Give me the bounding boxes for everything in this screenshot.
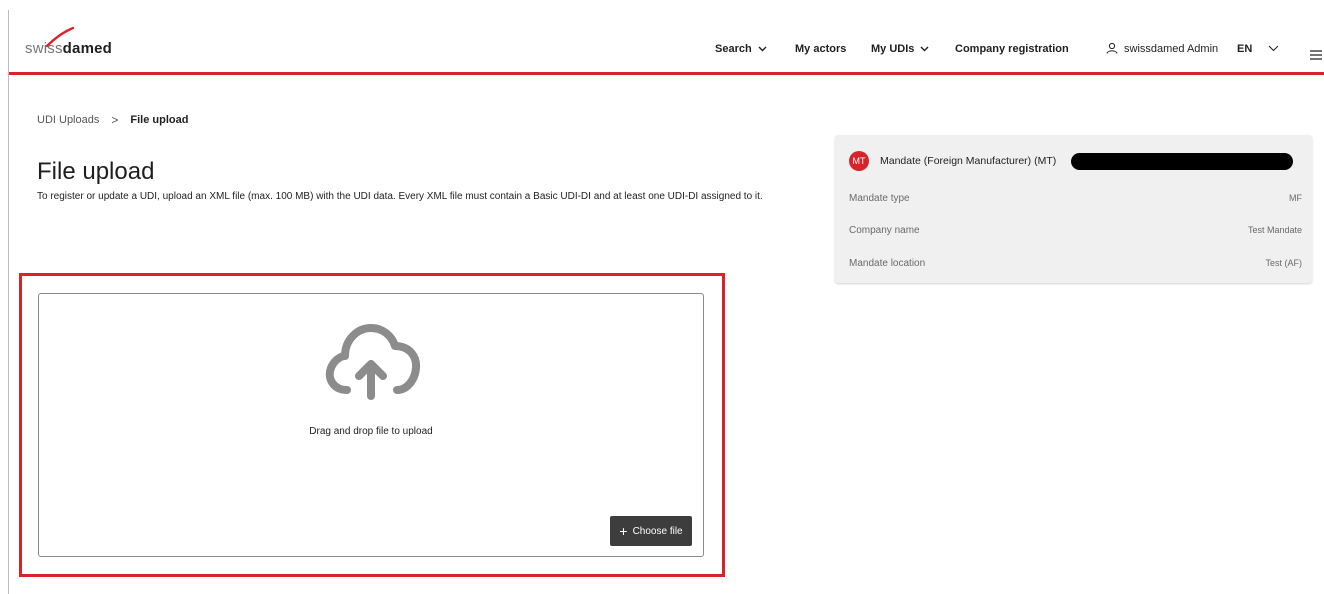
mandate-row-label: Company name: [849, 225, 920, 236]
choose-file-label: Choose file: [632, 525, 683, 537]
chevron-down-icon: [1268, 43, 1279, 55]
nav-my-udis-menu[interactable]: My UDIs: [871, 34, 929, 64]
redacted-field: [1071, 153, 1293, 170]
logo-text: swissdamed: [25, 40, 112, 57]
cloud-upload-icon: [321, 320, 421, 405]
nav-search-menu[interactable]: Search: [715, 34, 767, 64]
user-name: swissdamed Admin: [1124, 43, 1219, 55]
mandate-row-label: Mandate location: [849, 258, 926, 269]
page-description: To register or update a UDI, upload an X…: [37, 191, 763, 202]
chevron-down-icon: [920, 43, 929, 55]
plus-icon: +: [619, 523, 628, 539]
language-value: EN: [1237, 43, 1253, 55]
window-left-border: [8, 10, 9, 594]
logo-text-light: swiss: [25, 40, 63, 57]
breadcrumb: UDI Uploads > File upload: [37, 113, 188, 127]
header-accent-line: [9, 72, 1324, 75]
hamburger-menu-icon[interactable]: [1310, 40, 1322, 70]
file-dropzone[interactable]: Drag and drop file to upload + Choose fi…: [38, 293, 704, 557]
choose-file-button[interactable]: + Choose file: [610, 516, 692, 546]
mandate-row-label: Mandate type: [849, 193, 910, 204]
mandate-card: MT Mandate (Foreign Manufacturer) (MT) M…: [835, 135, 1312, 283]
logo-text-bold: damed: [62, 40, 113, 57]
nav-my-actors[interactable]: My actors: [795, 34, 846, 64]
nav-company-label: Company registration: [955, 43, 1069, 55]
mandate-row: Mandate location Test (AF): [849, 258, 1302, 269]
chevron-down-icon: [758, 43, 767, 55]
nav-search-label: Search: [715, 43, 752, 55]
mandate-title: Mandate (Foreign Manufacturer) (MT): [880, 155, 1057, 167]
breadcrumb-udi-uploads[interactable]: UDI Uploads: [37, 114, 99, 126]
nav-my-udis-label: My UDIs: [871, 43, 915, 55]
mandate-row-value: Test (AF): [1265, 258, 1302, 268]
nav-company-registration[interactable]: Company registration: [955, 34, 1069, 64]
breadcrumb-separator-icon: >: [111, 113, 119, 127]
mandate-row: Mandate type MF: [849, 193, 1302, 204]
user-icon: [1106, 42, 1118, 57]
dropzone-instructions: Drag and drop file to upload: [309, 426, 433, 437]
mandate-badge: MT: [849, 151, 869, 171]
mandate-header: MT Mandate (Foreign Manufacturer) (MT): [849, 151, 1056, 171]
mandate-row-value: Test Mandate: [1247, 225, 1302, 235]
mandate-row-value: MF: [1289, 193, 1302, 203]
top-header: swissdamed Search My actors My UDIs Comp…: [9, 10, 1324, 72]
swissdamed-logo[interactable]: swissdamed: [25, 26, 135, 58]
nav-my-actors-label: My actors: [795, 43, 847, 55]
breadcrumb-current: File upload: [130, 114, 189, 126]
language-select[interactable]: EN: [1237, 34, 1279, 64]
user-account-menu[interactable]: swissdamed Admin: [1106, 34, 1218, 64]
page-title: File upload: [37, 158, 155, 185]
mandate-row: Company name Test Mandate: [849, 225, 1302, 236]
